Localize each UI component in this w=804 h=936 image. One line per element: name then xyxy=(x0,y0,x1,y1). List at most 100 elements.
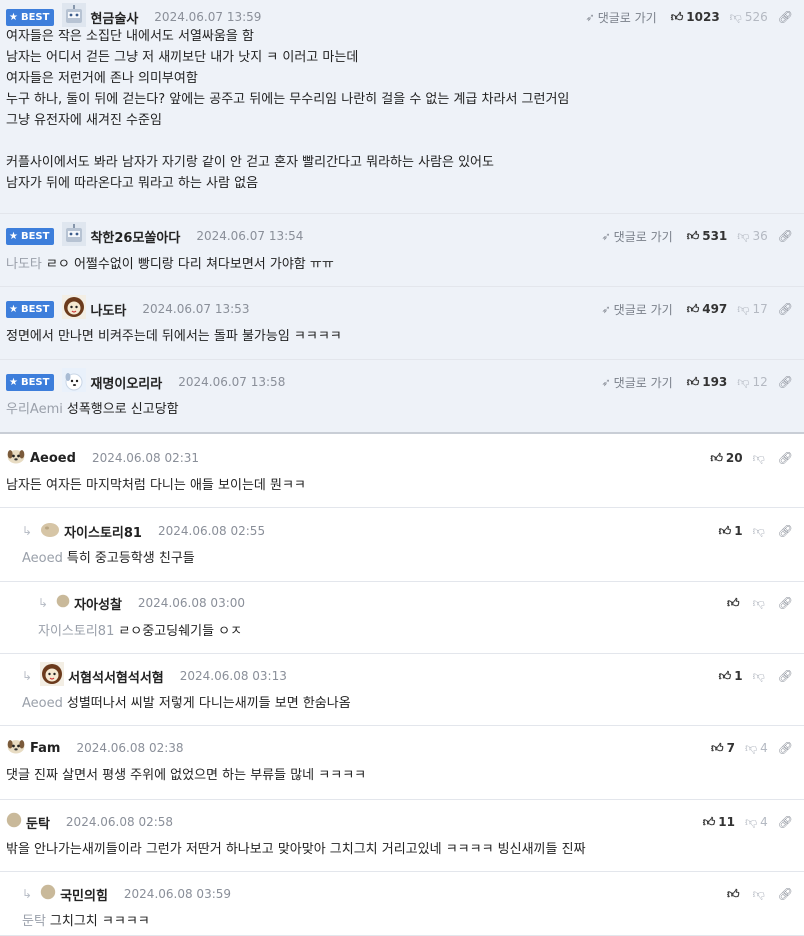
comment-actions: 👍︎ 👎︎ 🔗︎ xyxy=(727,886,796,902)
thumbs-up-icon: 👍︎ xyxy=(686,228,700,243)
like-button[interactable]: 👍︎ xyxy=(727,887,743,902)
dot-avatar[interactable] xyxy=(6,812,22,832)
comment-header: ↳ 자이스토리81 2024.06.08 02:55 xyxy=(22,522,265,541)
lion-avatar[interactable] xyxy=(62,295,87,323)
like-button[interactable]: 👍︎ 531 xyxy=(687,229,728,244)
author-nickname[interactable]: 자아성찰 xyxy=(74,594,122,613)
copy-link-button[interactable]: 🔗︎ xyxy=(778,815,796,829)
like-button[interactable]: 👍︎ 11 xyxy=(703,815,735,830)
author-nickname[interactable]: Fam xyxy=(30,741,60,756)
comment-text: 남자든 여자든 마지막처럼 다니는 애들 보이는데 뭔ㅋㅋ xyxy=(6,478,306,493)
dislike-button[interactable]: 👎︎ 526 xyxy=(730,10,768,25)
reply-comment: ↳ 자아성찰 2024.06.08 03:00 👍︎ 👎︎ 🔗︎ 자이스토리81 ㄹㅇ중고딩쉐… xyxy=(0,582,804,654)
author-nickname[interactable]: 나도타 xyxy=(90,300,126,319)
comment-header: 둔탁 2024.06.08 02:58 xyxy=(6,812,173,832)
best-badge: ★ BEST xyxy=(6,8,55,26)
lion-avatar[interactable] xyxy=(40,662,65,690)
thumbs-up-icon: 👍︎ xyxy=(702,814,716,829)
comment-text: 그치그치 ㅋㅋㅋㅋ xyxy=(49,914,150,929)
goto-comment-link[interactable]: ➶ 댓글로 가기 xyxy=(601,301,672,318)
link-icon: 🔗︎ xyxy=(777,815,793,829)
dislike-button[interactable]: 👎︎ xyxy=(753,596,768,611)
like-button[interactable]: 👍︎ 193 xyxy=(687,375,728,390)
blob-avatar[interactable] xyxy=(40,519,60,543)
mention-nickname[interactable]: 우리Aemi xyxy=(6,402,63,417)
copy-link-button[interactable]: 🔗︎ xyxy=(778,10,796,24)
copy-link-button[interactable]: 🔗︎ xyxy=(778,375,796,389)
copy-link-button[interactable]: 🔗︎ xyxy=(778,451,796,465)
goto-comment-link[interactable]: ➶ 댓글로 가기 xyxy=(601,374,672,391)
comment-body: 둔탁 그치그치 ㅋㅋㅋㅋ xyxy=(22,911,796,932)
mention-nickname[interactable]: Aeoed xyxy=(22,696,63,711)
navigate-icon: ➶ xyxy=(601,302,611,316)
comment-header: ↳ 국민의힘 2024.06.08 03:59 xyxy=(22,884,231,904)
like-button[interactable]: 👍︎ 497 xyxy=(687,302,728,317)
like-button[interactable]: 👍︎ xyxy=(727,596,743,611)
comment-header: ★ BEST 현금술사 2024.06.07 13:59 xyxy=(6,3,261,27)
comment-text-line: 여자들은 저런거에 존나 의미부여함 xyxy=(6,71,198,86)
comment-body: Aeoed 특히 중고등학생 친구들 xyxy=(22,548,796,569)
star-icon: ★ xyxy=(9,11,18,23)
comment-text-line: 여자들은 작은 소집단 내에서도 서열싸움을 함 xyxy=(6,29,254,44)
like-button[interactable]: 👍︎ 1 xyxy=(719,524,743,539)
dislike-button[interactable]: 👎︎ xyxy=(753,887,768,902)
like-button[interactable]: 👍︎ 1023 xyxy=(671,10,720,25)
comment: Aeoed 2024.06.08 02:31 👍︎ 20 👎︎ 🔗︎ 남자든 여자든 마지막… xyxy=(0,434,804,508)
author-nickname[interactable]: 현금술사 xyxy=(90,8,138,27)
author-nickname[interactable]: Aeoed xyxy=(30,451,76,466)
dislike-button[interactable]: 👎︎ 36 xyxy=(737,229,767,244)
like-button[interactable]: 👍︎ 1 xyxy=(719,669,743,684)
thumbs-up-icon: 👍︎ xyxy=(686,301,700,316)
thumbs-up-icon: 👍︎ xyxy=(718,523,732,538)
comment-body: 밖을 안나가는새끼들이라 그런가 저딴거 하나보고 맞아맞아 그치그치 거리고있… xyxy=(6,839,796,860)
mention-nickname[interactable]: 둔탁 xyxy=(22,914,46,929)
comment-date: 2024.06.07 13:58 xyxy=(178,375,286,389)
author-nickname[interactable]: 착한26모쏠아다 xyxy=(90,227,180,246)
dislike-button[interactable]: 👎︎ 12 xyxy=(737,375,767,390)
dislike-button[interactable]: 👎︎ xyxy=(753,524,768,539)
dislike-button[interactable]: 👎︎ 4 xyxy=(745,815,768,830)
like-button[interactable]: 👍︎ 20 xyxy=(710,451,742,466)
dog-avatar[interactable] xyxy=(62,368,87,396)
author-nickname[interactable]: 서혐석서혐석서혐 xyxy=(68,667,164,686)
like-count: 531 xyxy=(702,229,728,243)
mention-nickname[interactable]: Aeoed xyxy=(22,551,63,566)
comment-text-line: 커플사이에서도 봐라 남자가 자기랑 같이 안 걷고 혼자 빨리간다고 뭐라하는… xyxy=(6,155,494,170)
author-nickname[interactable]: 재명이오리라 xyxy=(90,373,162,392)
copy-link-button[interactable]: 🔗︎ xyxy=(778,524,796,538)
copy-link-button[interactable]: 🔗︎ xyxy=(778,302,796,316)
dislike-button[interactable]: 👎︎ 17 xyxy=(737,302,767,317)
puppy-avatar[interactable] xyxy=(6,446,26,470)
author-nickname[interactable]: 자이스토리81 xyxy=(64,522,142,541)
navigate-icon: ➶ xyxy=(601,229,611,243)
copy-link-button[interactable]: 🔗︎ xyxy=(778,596,796,610)
copy-link-button[interactable]: 🔗︎ xyxy=(778,887,796,901)
puppy-avatar[interactable] xyxy=(6,736,26,760)
dislike-button[interactable]: 👎︎ 4 xyxy=(745,741,768,756)
like-button[interactable]: 👍︎ 7 xyxy=(711,741,735,756)
author-nickname[interactable]: 국민의힘 xyxy=(60,885,108,904)
link-icon: 🔗︎ xyxy=(777,375,793,389)
comment-actions: ➶ 댓글로 가기 👍︎ 531 👎︎ 36 🔗︎ xyxy=(601,228,796,244)
like-count: 1 xyxy=(734,524,743,538)
navigate-icon: ➶ xyxy=(601,375,611,389)
robot-avatar[interactable] xyxy=(62,222,87,250)
thumbs-up-icon: 👍︎ xyxy=(670,9,684,24)
dot-avatar[interactable] xyxy=(40,884,56,904)
dot-avatar[interactable] xyxy=(56,594,70,612)
star-icon: ★ xyxy=(9,376,18,388)
dislike-button[interactable]: 👎︎ xyxy=(753,669,768,684)
comment-date: 2024.06.07 13:54 xyxy=(196,229,304,243)
goto-comment-link[interactable]: ➶ 댓글로 가기 xyxy=(601,228,672,245)
goto-comment-link[interactable]: ➶ 댓글로 가기 xyxy=(585,9,656,26)
copy-link-button[interactable]: 🔗︎ xyxy=(778,669,796,683)
dislike-button[interactable]: 👎︎ xyxy=(753,451,768,466)
mention-nickname[interactable]: 자이스토리81 xyxy=(38,624,114,639)
copy-link-button[interactable]: 🔗︎ xyxy=(778,229,796,243)
mention-nickname[interactable]: 나도타 xyxy=(6,257,42,272)
comment-text: 특히 중고등학생 친구들 xyxy=(66,551,195,566)
author-nickname[interactable]: 둔탁 xyxy=(26,813,50,832)
comment-text: ㄹㅇ중고딩쉐기들 ㅇㅈ xyxy=(118,624,243,639)
comment-text: 밖을 안나가는새끼들이라 그런가 저딴거 하나보고 맞아맞아 그치그치 거리고있… xyxy=(6,842,586,857)
copy-link-button[interactable]: 🔗︎ xyxy=(778,741,796,755)
